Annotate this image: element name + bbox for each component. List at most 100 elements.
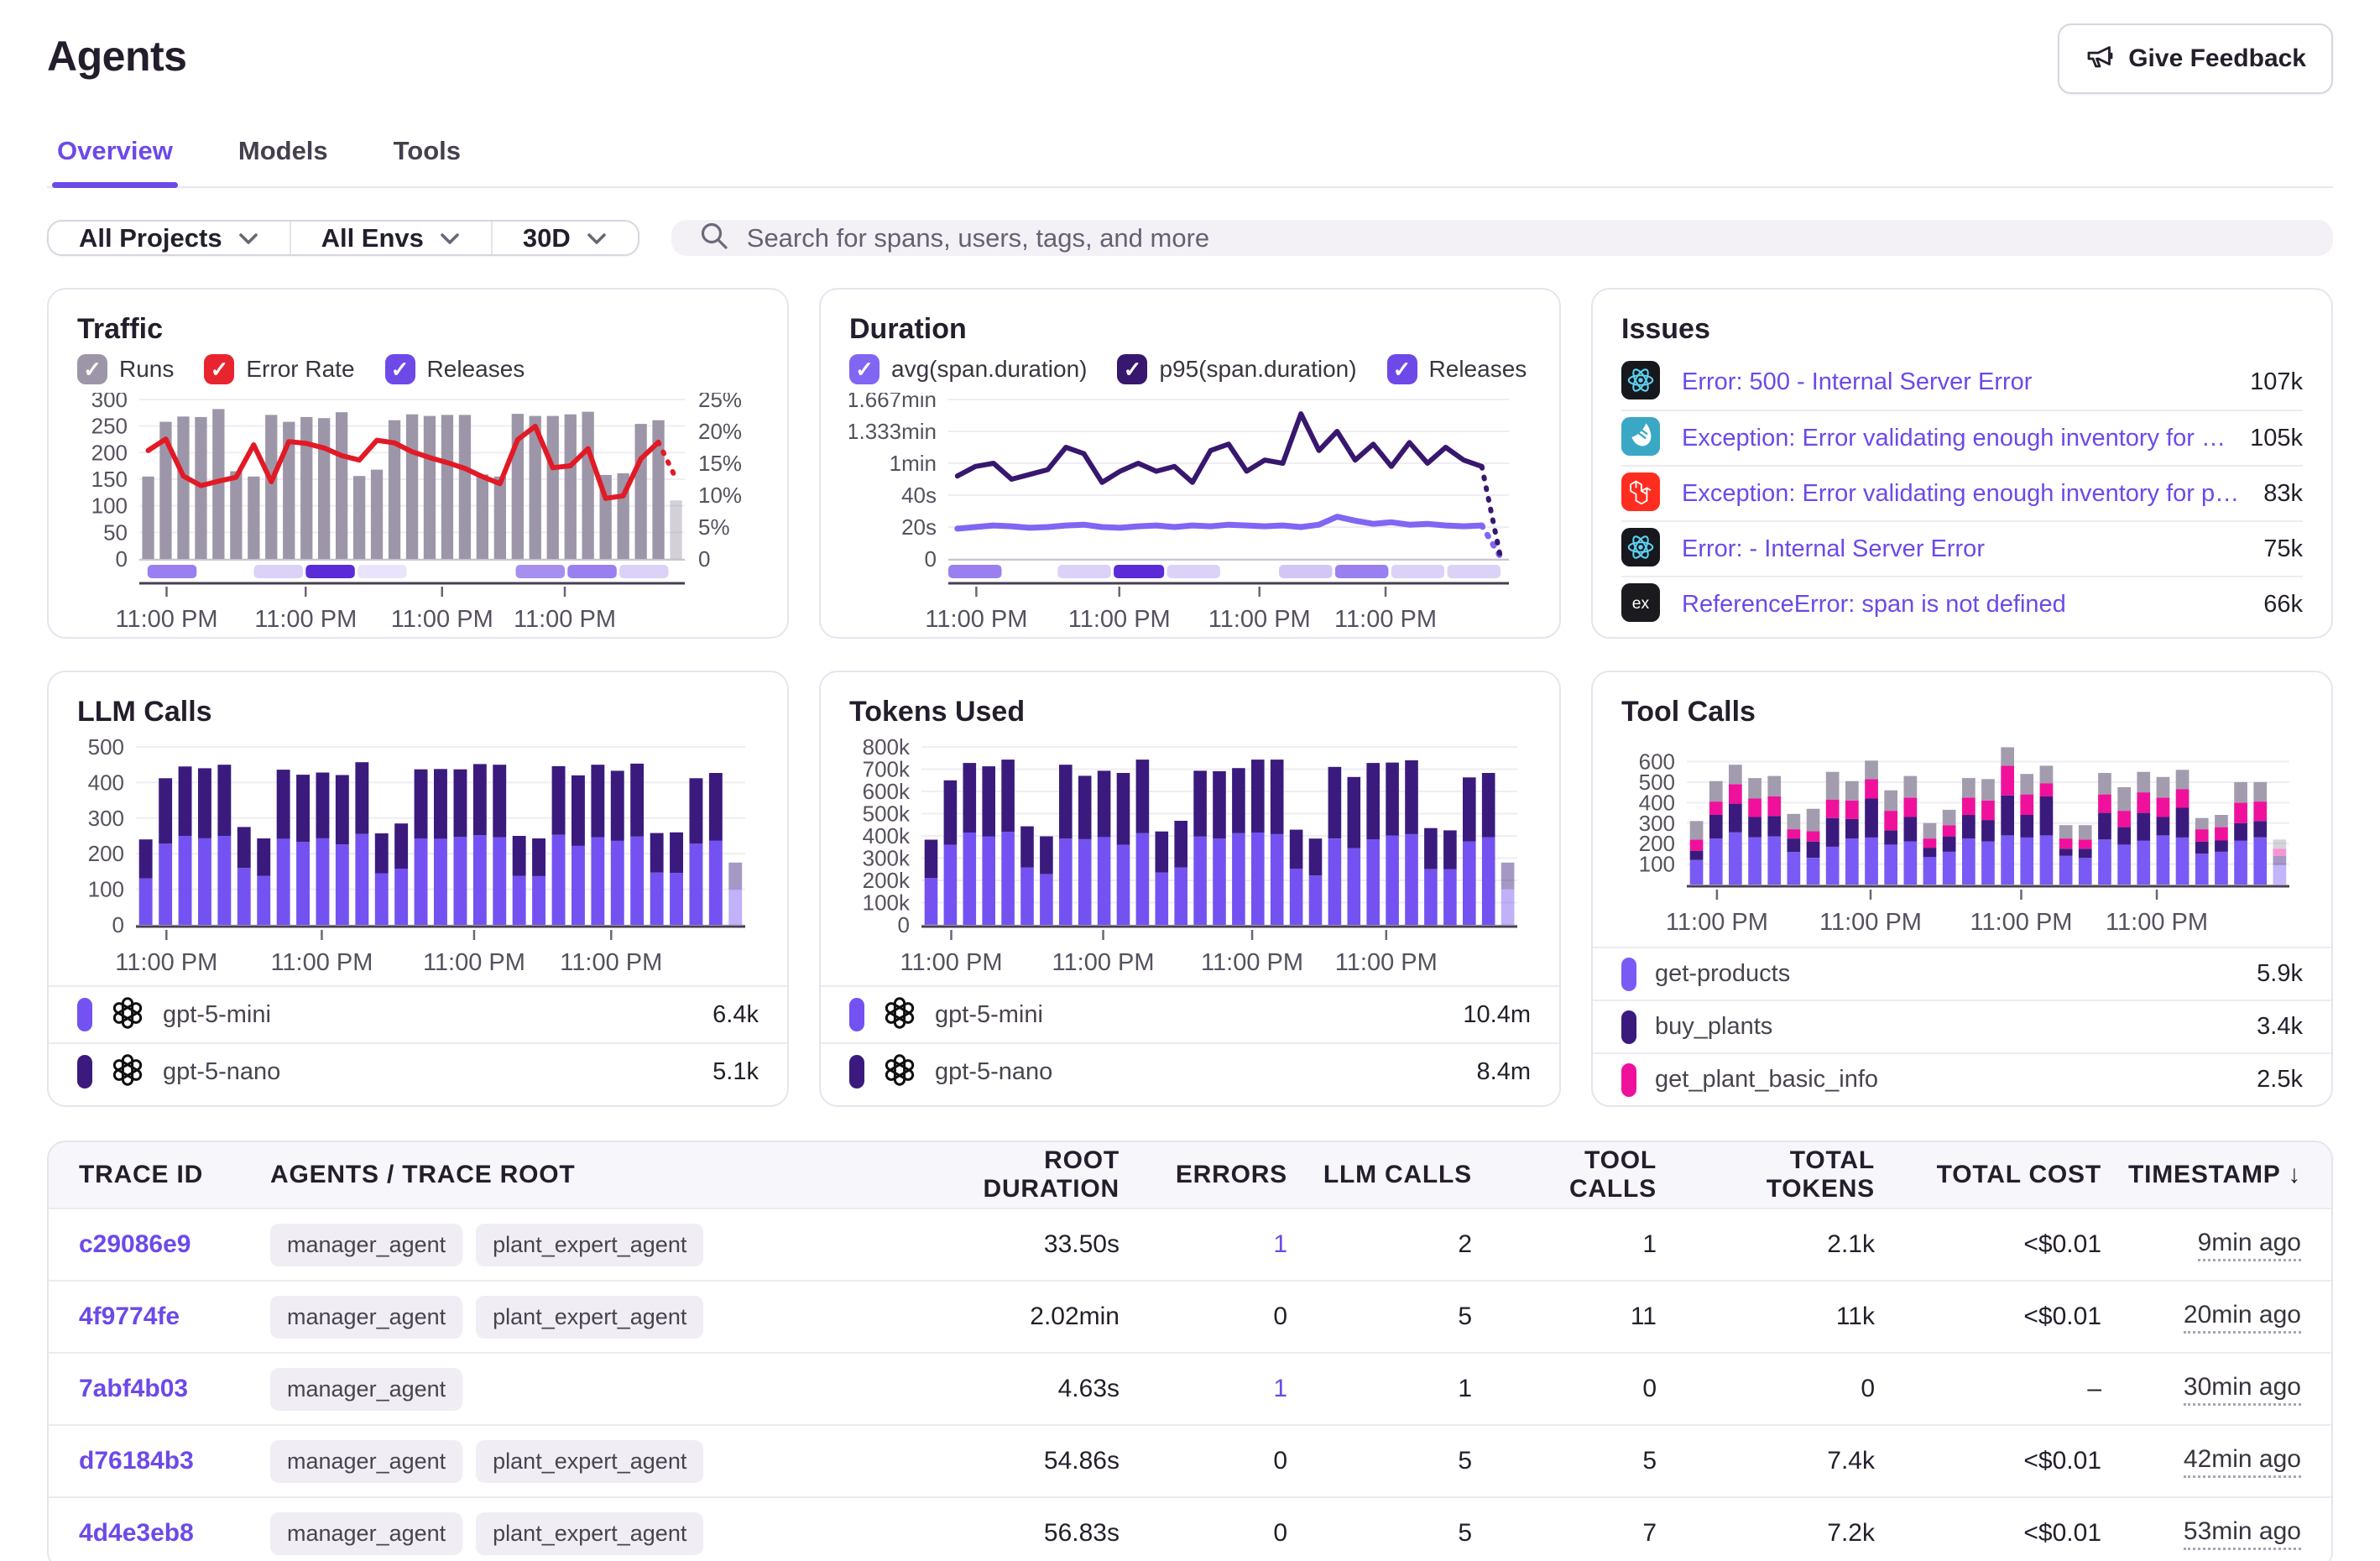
tab-tools[interactable]: Tools	[389, 123, 466, 186]
series-color-swatch	[77, 1055, 92, 1089]
svg-text:50: 50	[103, 519, 128, 545]
agent-chip-list: manager_agent	[270, 1368, 901, 1411]
series-color-swatch	[849, 1055, 864, 1089]
traffic-series-toggle-2[interactable]: ✓Error Rate	[204, 354, 354, 384]
issue-link[interactable]: Error: - Internal Server Error	[1682, 535, 2242, 563]
issue-link[interactable]: Error: 500 - Internal Server Error	[1682, 368, 2228, 396]
svg-text:11:00 PM: 11:00 PM	[1335, 949, 1438, 976]
tokens-legend-row[interactable]: gpt-5-mini10.4m	[821, 985, 1559, 1042]
column-header-tool-calls[interactable]: Tool Calls	[1484, 1146, 1668, 1203]
svg-text:0: 0	[112, 912, 124, 937]
checkbox-checked-icon: ✓	[1117, 354, 1147, 384]
total-cost-value: –	[1887, 1375, 2113, 1403]
issue-count: 75k	[2263, 535, 2303, 563]
agent-chip: plant_expert_agent	[476, 1296, 703, 1339]
duration-series-label: Releases	[1429, 356, 1527, 383]
total-tokens-value: 2.1k	[1668, 1230, 1887, 1259]
projects-filter-button[interactable]: All Projects	[49, 222, 290, 254]
svg-text:11:00 PM: 11:00 PM	[423, 949, 525, 976]
column-header-root-duration[interactable]: Root Duration	[913, 1146, 1131, 1203]
trace-id-link[interactable]: c29086e9	[79, 1230, 191, 1258]
errors-value[interactable]: 1	[1131, 1375, 1299, 1403]
tools-legend-row[interactable]: get-products5.9k	[1593, 947, 2331, 1000]
table-row: d76184b3manager_agentplant_expert_agent5…	[49, 1424, 2331, 1496]
llm-legend-row[interactable]: gpt-5-mini6.4k	[49, 985, 787, 1042]
duration-series-toggle-1[interactable]: ✓avg(span.duration)	[849, 354, 1087, 384]
give-feedback-button[interactable]: Give Feedback	[2058, 23, 2333, 94]
timestamp-link[interactable]: 42min ago	[2113, 1445, 2331, 1478]
timestamp-link[interactable]: 20min ago	[2113, 1301, 2331, 1334]
llm-calls-value: 2	[1299, 1230, 1484, 1259]
svg-text:1.333min: 1.333min	[849, 419, 937, 444]
tokens-legend-row[interactable]: gpt-5-nano8.4m	[821, 1042, 1559, 1099]
series-color-swatch	[1621, 958, 1636, 991]
issue-link[interactable]: ReferenceError: span is not defined	[1682, 591, 2242, 619]
timestamp-link[interactable]: 9min ago	[2113, 1229, 2331, 1261]
errors-value[interactable]: 1	[1131, 1230, 1299, 1259]
timestamp-link[interactable]: 53min ago	[2113, 1517, 2331, 1550]
trace-id-link[interactable]: 4d4e3eb8	[79, 1519, 194, 1547]
issue-link[interactable]: Exception: Error validating enough inven…	[1682, 480, 2242, 508]
root-duration-value: 2.02min	[913, 1303, 1131, 1331]
filter-bar: All Projects All Envs 30D	[47, 220, 2333, 256]
svg-text:ex: ex	[1632, 594, 1650, 612]
column-header-agents-trace-root[interactable]: Agents / Trace Root	[258, 1161, 913, 1189]
svg-text:300k: 300k	[863, 846, 911, 871]
trace-id-link[interactable]: d76184b3	[79, 1447, 194, 1475]
svg-text:1min: 1min	[890, 451, 937, 476]
column-header-total-tokens[interactable]: Total Tokens	[1668, 1146, 1887, 1203]
search-input[interactable]	[747, 223, 2306, 253]
duration-series-toggle-3[interactable]: ✓Releases	[1387, 354, 1527, 384]
duration-series-toggle-2[interactable]: ✓p95(span.duration)	[1117, 354, 1356, 384]
svg-text:100: 100	[88, 877, 124, 902]
column-header-errors[interactable]: Errors	[1131, 1161, 1299, 1189]
svg-text:11:00 PM: 11:00 PM	[391, 606, 493, 633]
svg-text:800k: 800k	[863, 737, 911, 760]
llm-calls-value: 1	[1299, 1375, 1484, 1403]
column-header-llm-calls[interactable]: LLM Calls	[1299, 1161, 1484, 1189]
llm-legend-row[interactable]: gpt-5-nano5.1k	[49, 1042, 787, 1099]
tokens-used-title: Tokens Used	[849, 696, 1531, 728]
tools-legend-row[interactable]: get_plant_basic_info2.5k	[1593, 1052, 2331, 1105]
llm-calls-value: 5	[1299, 1303, 1484, 1331]
envs-filter-button[interactable]: All Envs	[290, 222, 491, 254]
issue-link[interactable]: Exception: Error validating enough inven…	[1682, 425, 2228, 452]
traffic-series-toggle-3[interactable]: ✓Releases	[385, 354, 525, 384]
daterange-filter-button[interactable]: 30D	[491, 222, 638, 254]
svg-text:250: 250	[91, 414, 128, 439]
issue-count: 105k	[2250, 425, 2303, 452]
root-duration-value: 33.50s	[913, 1230, 1131, 1259]
chevron-down-icon	[439, 223, 461, 253]
checkbox-checked-icon: ✓	[204, 354, 234, 384]
agent-chip: manager_agent	[270, 1296, 462, 1339]
tab-overview[interactable]: Overview	[52, 123, 178, 186]
tool-calls-title: Tool Calls	[1621, 696, 2303, 728]
tab-models[interactable]: Models	[233, 123, 333, 186]
svg-text:200: 200	[88, 841, 124, 866]
column-header-total-cost[interactable]: Total Cost	[1887, 1161, 2113, 1189]
traffic-series-toggle-1[interactable]: ✓Runs	[77, 354, 174, 384]
column-header-trace-id[interactable]: Trace ID	[49, 1161, 258, 1189]
issues-list: Error: 500 - Internal Server Error 107k Ex…	[1621, 354, 2303, 631]
issue-count: 83k	[2263, 480, 2303, 508]
column-header-timestamp[interactable]: Timestamp ↓	[2113, 1161, 2331, 1189]
tool-calls-legend: get-products5.9kbuy_plants3.4kget_plant_…	[1593, 947, 2331, 1105]
search-bar[interactable]	[671, 220, 2333, 256]
trace-id-link[interactable]: 7abf4b03	[79, 1375, 188, 1402]
llm-calls-chart: 010020030040050011:00 PM11:00 PM11:00 PM…	[77, 737, 759, 985]
issue-count: 107k	[2250, 368, 2303, 396]
total-cost-value: <$0.01	[1887, 1447, 2113, 1475]
svg-text:150: 150	[91, 467, 128, 492]
react-icon	[1621, 361, 1660, 404]
llm-calls-legend: gpt-5-mini6.4kgpt-5-nano5.1k	[49, 985, 787, 1099]
svg-text:11:00 PM: 11:00 PM	[115, 949, 217, 976]
checkbox-checked-icon: ✓	[849, 354, 879, 384]
tool-calls-value: 0	[1484, 1375, 1668, 1403]
svg-text:600k: 600k	[863, 779, 911, 804]
trace-id-link[interactable]: 4f9774fe	[79, 1303, 180, 1330]
timestamp-link[interactable]: 30min ago	[2113, 1373, 2331, 1406]
series-color-swatch	[1621, 1063, 1636, 1097]
tools-legend-row[interactable]: buy_plants3.4k	[1593, 1000, 2331, 1052]
svg-text:1.667min: 1.667min	[849, 393, 937, 412]
top-bar: Agents Give Feedback	[47, 23, 2333, 94]
